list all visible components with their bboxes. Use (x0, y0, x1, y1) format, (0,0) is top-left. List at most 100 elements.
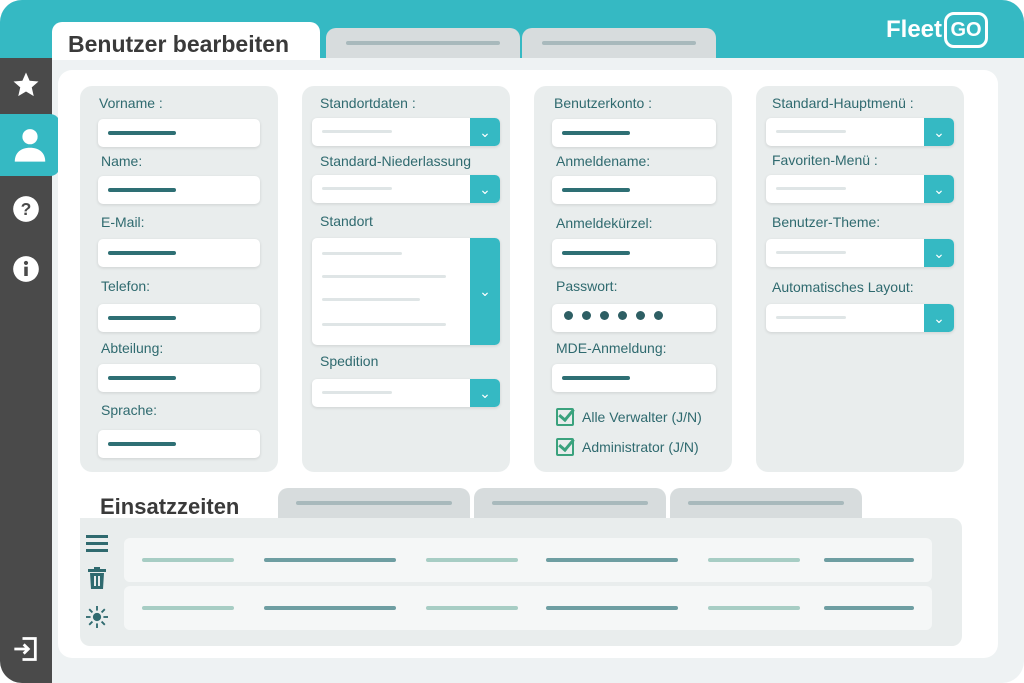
fleetgo-logo: Fleet GO (886, 12, 989, 48)
spedition-select[interactable]: ⌄ (312, 379, 500, 407)
table-cell (824, 606, 914, 610)
list-item[interactable] (322, 275, 446, 278)
sidebar-item-user[interactable] (0, 114, 60, 176)
anmeldename-label: Anmeldename: (556, 153, 651, 169)
svg-text:?: ? (21, 199, 32, 219)
abteilung-label: Abteilung: (101, 340, 164, 356)
standort-label: Standort (320, 213, 373, 229)
favoriten-select[interactable]: ⌄ (766, 175, 954, 203)
layout-label: Automatisches Layout: (772, 279, 914, 295)
list-item[interactable] (322, 323, 446, 326)
select-placeholder (322, 130, 392, 133)
help-icon: ? (13, 196, 39, 222)
tab-placeholder-1[interactable] (326, 28, 520, 58)
table-cell (426, 558, 518, 562)
alle-verwalter-checkbox[interactable]: Alle Verwalter (J/N) (556, 408, 702, 426)
anmeldekuerzel-label: Anmeldekürzel: (556, 215, 653, 231)
administrator-checkbox[interactable]: Administrator (J/N) (556, 438, 699, 456)
abteilung-field[interactable] (98, 364, 260, 392)
schedule-tab-placeholder-2[interactable] (474, 488, 666, 518)
select-placeholder (776, 130, 846, 133)
hauptmenue-label: Standard-Hauptmenü : (772, 95, 914, 111)
sidebar-item-logout[interactable] (0, 626, 52, 672)
theme-label: Benutzer-Theme: (772, 214, 881, 230)
table-cell (142, 558, 234, 562)
sidebar-item-favorites[interactable] (0, 62, 52, 108)
table-cell (546, 606, 678, 610)
vorname-field[interactable] (98, 119, 260, 147)
anmeldename-field[interactable] (552, 176, 716, 204)
passwort-field[interactable] (552, 304, 716, 332)
menu-icon[interactable] (86, 532, 108, 554)
standortdaten-select[interactable]: ⌄ (312, 118, 500, 146)
tab-einsatzzeiten[interactable]: Einsatzzeiten (80, 488, 280, 519)
sprache-label: Sprache: (101, 402, 158, 418)
theme-select[interactable]: ⌄ (766, 239, 954, 267)
telefon-label: Telefon: (101, 278, 151, 294)
tab-placeholder-2[interactable] (522, 28, 716, 58)
tab-placeholder-bar (492, 501, 648, 505)
table-cell (426, 606, 518, 610)
email-field[interactable] (98, 239, 260, 267)
select-placeholder (322, 391, 392, 394)
tab-label: Einsatzzeiten (100, 494, 240, 519)
chevron-down-icon: ⌄ (470, 118, 500, 146)
mde-value (562, 376, 630, 380)
sidebar-item-info[interactable] (0, 246, 52, 292)
email-label: E-Mail: (101, 214, 145, 230)
email-value (108, 251, 176, 255)
info-icon (13, 256, 39, 282)
hauptmenue-select[interactable]: ⌄ (766, 118, 954, 146)
tab-placeholder-bar (688, 501, 844, 505)
list-item[interactable] (322, 298, 420, 301)
mde-field[interactable] (552, 364, 716, 392)
select-placeholder (776, 251, 846, 254)
benutzerkonto-label: Benutzerkonto : (554, 95, 653, 111)
password-dots (564, 311, 663, 320)
telefon-value (108, 316, 176, 320)
checkbox-checked-icon (556, 438, 574, 456)
chevron-down-icon: ⌄ (470, 238, 500, 345)
niederlassung-select[interactable]: ⌄ (312, 175, 500, 203)
tab-benutzer-bearbeiten[interactable]: Benutzer bearbeiten (52, 22, 320, 60)
abteilung-value (108, 376, 176, 380)
sidebar-item-help[interactable]: ? (0, 186, 52, 232)
table-row[interactable] (124, 538, 932, 582)
sprache-field[interactable] (98, 430, 260, 458)
niederlassung-label: Standard-Niederlassung (320, 153, 471, 169)
select-placeholder (776, 187, 846, 190)
telefon-field[interactable] (98, 304, 260, 332)
chevron-down-icon: ⌄ (924, 239, 954, 267)
administrator-label: Administrator (J/N) (582, 439, 699, 455)
user-icon (14, 129, 46, 162)
tab-placeholder-bar (346, 41, 500, 45)
select-placeholder (776, 316, 846, 319)
mde-label: MDE-Anmeldung: (556, 340, 667, 356)
trash-icon[interactable] (86, 567, 108, 589)
table-cell (142, 606, 234, 610)
table-cell (708, 606, 800, 610)
table-cell (264, 606, 396, 610)
standort-listbox[interactable]: ⌄ (312, 238, 500, 345)
sidebar: ? (0, 58, 60, 683)
list-item[interactable] (322, 252, 402, 255)
schedule-tab-placeholder-1[interactable] (278, 488, 470, 518)
anmeldename-value (562, 188, 630, 192)
vorname-value (108, 131, 176, 135)
favoriten-label: Favoriten-Menü : (772, 152, 878, 168)
chevron-down-icon: ⌄ (924, 175, 954, 203)
tab-placeholder-bar (542, 41, 696, 45)
tab-label: Benutzer bearbeiten (68, 31, 290, 57)
table-row[interactable] (124, 586, 932, 630)
schedule-tab-placeholder-3[interactable] (670, 488, 862, 518)
layout-select[interactable]: ⌄ (766, 304, 954, 332)
spedition-label: Spedition (320, 353, 379, 369)
name-field[interactable] (98, 176, 260, 204)
sun-icon[interactable] (86, 606, 108, 628)
chevron-down-icon: ⌄ (924, 304, 954, 332)
alle-verwalter-label: Alle Verwalter (J/N) (582, 409, 702, 425)
benutzerkonto-field[interactable] (552, 119, 716, 147)
standortdaten-label: Standortdaten : (320, 95, 416, 111)
anmeldekuerzel-field[interactable] (552, 239, 716, 267)
passwort-label: Passwort: (556, 278, 618, 294)
